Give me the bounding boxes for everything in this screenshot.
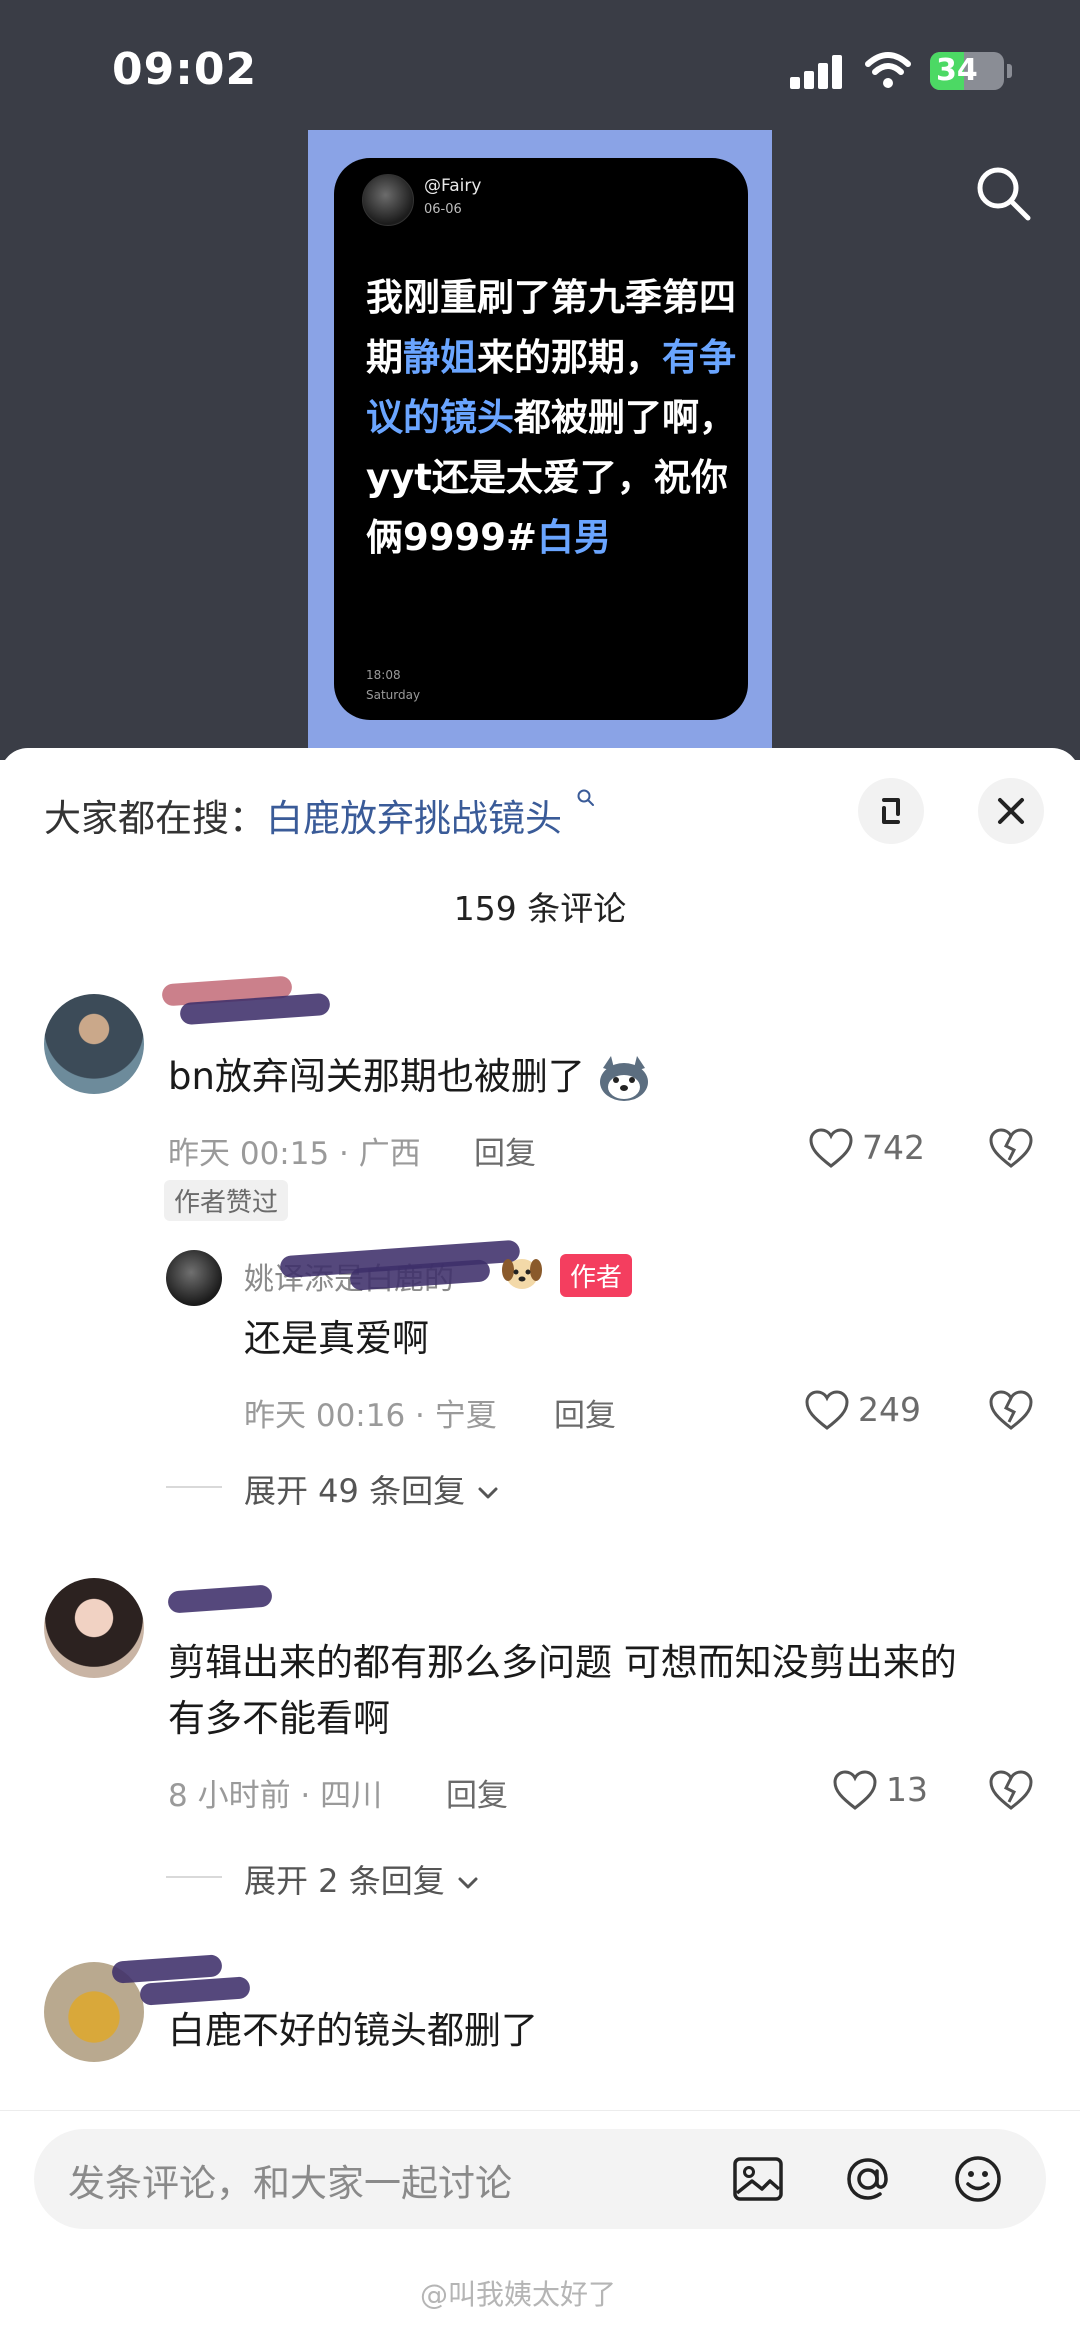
post-card: @Fairy 06-06 我刚重刷了第九季第四期静姐来的那期，有争议的镜头都被删… — [334, 158, 748, 720]
chevron-down-icon — [458, 1877, 478, 1889]
card-text-part: 来的那期， — [477, 336, 662, 379]
search-small-icon — [577, 789, 594, 806]
expand-replies-button[interactable]: 展开 2 条回复 — [244, 1856, 481, 1902]
fullscreen-button[interactable] — [858, 778, 924, 844]
like-count: 742 — [862, 1128, 925, 1167]
like-icon[interactable] — [808, 1128, 854, 1170]
like-count: 13 — [886, 1770, 928, 1809]
expand-replies-label: 展开 49 条回复 — [244, 1472, 466, 1510]
status-time: 09:02 — [112, 44, 258, 95]
image-icon[interactable] — [730, 2151, 786, 2207]
redaction-scribble — [167, 1584, 273, 1614]
comment-text: 白鹿不好的镜头都删了 — [168, 2009, 538, 2052]
comment-input-placeholder: 发条评论，和大家一起讨论 — [68, 2162, 512, 2205]
expand-icon — [882, 798, 900, 824]
like-count: 249 — [858, 1390, 921, 1429]
expand-replies-button[interactable]: 展开 49 条回复 — [244, 1466, 501, 1512]
husky-emoji-icon — [599, 1055, 648, 1101]
watermark: @叫我姨太好了 — [420, 2278, 617, 2311]
comment-count: 159 条评论 — [453, 889, 627, 928]
battery-level: 34 — [936, 53, 978, 88]
reply-meta: 昨天 00:16 · 宁夏 — [244, 1398, 497, 1434]
reply-text: 还是真爱啊 — [244, 1317, 429, 1360]
dislike-icon[interactable] — [988, 1390, 1034, 1432]
card-text: 我刚重刷了第九季第四期静姐来的那期，有争议的镜头都被删了啊，yyt还是太爱了，祝… — [366, 268, 736, 568]
expand-replies-label: 展开 2 条回复 — [244, 1862, 445, 1900]
comment-text: 剪辑出来的都有那么多问题 可想而知没剪出来的 — [168, 1641, 957, 1684]
cellular-signal-icon — [790, 55, 846, 89]
card-day: Saturday — [366, 688, 421, 702]
hot-search-label: 大家都在搜： — [44, 797, 266, 840]
card-text-highlight: 白男 — [536, 516, 611, 559]
status-bar: 09:02 34 — [0, 0, 1080, 140]
hot-search-query[interactable]: 白鹿放弃挑战镜头 — [266, 797, 562, 840]
dog-emoji-icon — [502, 1259, 542, 1289]
comment-meta: 8 小时前 · 四川 — [168, 1778, 383, 1814]
dislike-icon[interactable] — [988, 1128, 1034, 1170]
comment-text: 有多不能看啊 — [168, 1697, 390, 1740]
avatar[interactable] — [44, 994, 144, 1094]
card-avatar — [362, 174, 414, 226]
reply-button[interactable]: 回复 — [474, 1128, 536, 1173]
author-tag: 作者 — [560, 1254, 633, 1297]
comment-input[interactable]: 发条评论，和大家一起讨论 — [34, 2129, 1046, 2229]
comment-input-bar: 发条评论，和大家一起讨论 @叫我姨太好了 — [0, 2110, 1080, 2337]
comment-meta: 昨天 00:15 · 广西 — [168, 1136, 421, 1172]
dislike-icon[interactable] — [988, 1770, 1034, 1812]
chevron-down-icon — [478, 1487, 498, 1499]
card-username: @Fairy — [424, 176, 482, 196]
video-area[interactable]: 09:02 34 @Fairy 06-06 我刚重刷了第九季第四期静姐来的那期，… — [0, 0, 1080, 760]
wifi-icon — [865, 52, 911, 88]
close-icon — [998, 798, 1024, 824]
card-date: 06-06 — [424, 202, 462, 217]
comment-text-content: bn放弃闯关那期也被删了 — [168, 1055, 585, 1098]
hot-search[interactable]: 大家都在搜：白鹿放弃挑战镜头 — [44, 788, 596, 842]
close-button[interactable] — [978, 778, 1044, 844]
comment-text: bn放弃闯关那期也被删了 — [168, 1050, 651, 1104]
card-time: 18:08 — [366, 668, 401, 682]
like-icon[interactable] — [804, 1390, 850, 1432]
avatar[interactable] — [44, 1578, 144, 1678]
battery-icon: 34 — [930, 52, 1012, 90]
author-liked-badge: 作者赞过 — [164, 1180, 289, 1221]
emoji-icon[interactable] — [950, 2151, 1006, 2207]
avatar[interactable] — [166, 1250, 222, 1306]
reply-button[interactable]: 回复 — [554, 1390, 616, 1435]
reply-button[interactable]: 回复 — [446, 1770, 508, 1815]
mention-icon[interactable] — [840, 2151, 896, 2207]
comment-sheet: 大家都在搜：白鹿放弃挑战镜头 159 条评论 bn放弃闯关那期也被删了 昨天 0… — [0, 748, 1080, 2337]
divider-line — [166, 1486, 222, 1488]
divider-line — [166, 1876, 222, 1878]
card-text-highlight: 静姐 — [403, 336, 477, 379]
like-icon[interactable] — [832, 1770, 878, 1812]
search-icon[interactable] — [970, 160, 1036, 226]
